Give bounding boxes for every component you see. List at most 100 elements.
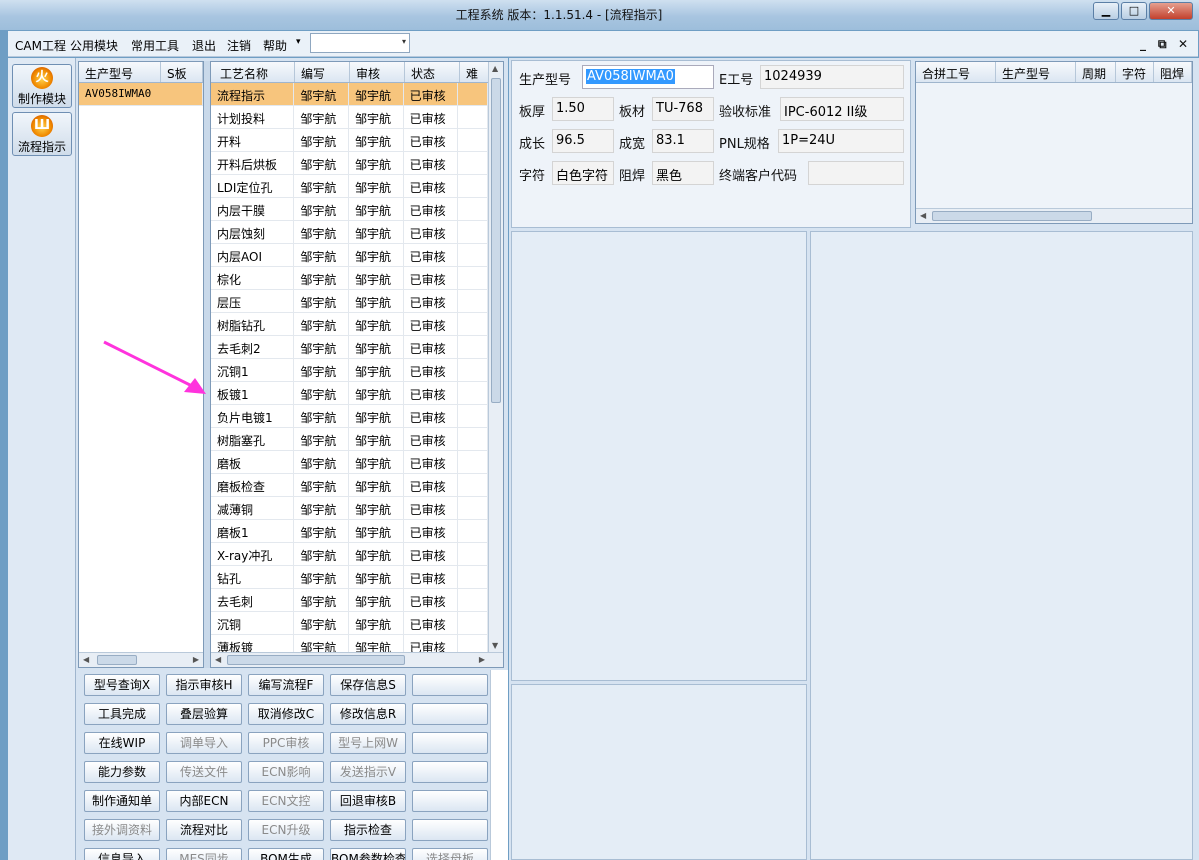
function-button[interactable]: 内部ECN <box>166 790 242 812</box>
mdi-restore-button[interactable]: ⧉ <box>1158 37 1167 52</box>
function-button[interactable]: 选择母板 <box>412 848 488 860</box>
function-button[interactable]: PPC审核 <box>248 732 324 754</box>
scroll-thumb[interactable] <box>97 655 137 665</box>
horizontal-scrollbar[interactable]: ◀ <box>916 208 1192 223</box>
col-header[interactable]: S板 <box>161 62 203 82</box>
function-button[interactable]: 在线WIP <box>84 732 160 754</box>
function-button[interactable]: MES同步 <box>166 848 242 860</box>
blank-button[interactable] <box>412 703 488 725</box>
nav-flow-instruction[interactable]: Ш 流程指示 <box>12 112 72 156</box>
table-row[interactable]: 树脂钻孔 邹宇航 邹宇航 已审核 <box>211 313 488 336</box>
maximize-button[interactable]: □ <box>1121 2 1147 20</box>
table-row[interactable]: 棕化 邹宇航 邹宇航 已审核 <box>211 267 488 290</box>
function-button[interactable]: 回退审核B <box>330 790 406 812</box>
function-button[interactable]: 发送指示V <box>330 761 406 783</box>
col-header[interactable]: 审核 <box>350 62 405 82</box>
width-field[interactable]: 83.1 <box>652 129 714 153</box>
table-row[interactable]: 磨板检查 邹宇航 邹宇航 已审核 <box>211 474 488 497</box>
function-button[interactable]: 传送文件 <box>166 761 242 783</box>
menu-common-module[interactable]: 公用模块 <box>70 37 118 54</box>
mdi-close-button[interactable]: ✕ <box>1178 37 1188 51</box>
function-button[interactable]: BOM生成 <box>248 848 324 860</box>
menu-help[interactable]: 帮助 <box>263 37 287 54</box>
material-field[interactable]: TU-768 <box>652 97 714 121</box>
scroll-left-icon[interactable]: ◀ <box>215 655 221 664</box>
horizontal-scrollbar[interactable]: ◀ ▶ <box>211 652 503 667</box>
col-header[interactable]: 状态 <box>405 62 460 82</box>
minimize-button[interactable]: ▁ <box>1093 2 1119 20</box>
length-field[interactable]: 96.5 <box>552 129 614 153</box>
function-button[interactable]: ECN升级 <box>248 819 324 841</box>
function-button[interactable]: 保存信息S <box>330 674 406 696</box>
mdi-minimize-button[interactable]: _ <box>1140 37 1146 51</box>
col-header[interactable]: 生产型号 <box>996 62 1076 82</box>
blank-button[interactable] <box>412 674 488 696</box>
scroll-left-icon[interactable]: ◀ <box>83 655 89 664</box>
table-row[interactable]: 开料后烘板 邹宇航 邹宇航 已审核 <box>211 152 488 175</box>
vertical-scrollbar[interactable]: ▲ ▼ <box>488 62 503 652</box>
table-row[interactable]: 流程指示 邹宇航 邹宇航 已审核 <box>211 83 488 106</box>
menu-exit[interactable]: 退出 <box>192 37 216 54</box>
col-header[interactable]: 字符 <box>1116 62 1154 82</box>
function-button[interactable]: 编写流程F <box>248 674 324 696</box>
model-field[interactable]: AV058IWMA0 <box>582 65 714 89</box>
scroll-thumb[interactable] <box>227 655 405 665</box>
blank-button[interactable] <box>412 761 488 783</box>
col-header[interactable]: 阻焊 <box>1154 62 1192 82</box>
table-row[interactable]: 内层AOI 邹宇航 邹宇航 已审核 <box>211 244 488 267</box>
table-row[interactable]: 钻孔 邹宇航 邹宇航 已审核 <box>211 566 488 589</box>
function-button[interactable]: 型号查询X <box>84 674 160 696</box>
thickness-field[interactable]: 1.50 <box>552 97 614 121</box>
blank-button[interactable] <box>412 732 488 754</box>
blank-button[interactable] <box>412 790 488 812</box>
table-row[interactable]: 去毛刺 邹宇航 邹宇航 已审核 <box>211 589 488 612</box>
menu-tools[interactable]: 常用工具 <box>131 37 179 54</box>
table-row[interactable]: 开料 邹宇航 邹宇航 已审核 <box>211 129 488 152</box>
character-field[interactable]: 白色字符 <box>552 161 614 185</box>
menu-cam[interactable]: CAM工程 <box>15 37 66 54</box>
scroll-up-icon[interactable]: ▲ <box>492 64 498 73</box>
close-button[interactable]: ✕ <box>1149 2 1193 20</box>
function-button[interactable]: 指示检查 <box>330 819 406 841</box>
scroll-thumb[interactable] <box>491 78 501 403</box>
table-row[interactable]: 沉铜 邹宇航 邹宇航 已审核 <box>211 612 488 635</box>
function-button[interactable]: 叠层验算 <box>166 703 242 725</box>
scroll-thumb[interactable] <box>932 211 1092 221</box>
solder-mask-field[interactable]: 黑色 <box>652 161 714 185</box>
function-button[interactable]: 流程对比 <box>166 819 242 841</box>
e-number-field[interactable]: 1024939 <box>760 65 904 89</box>
blank-button[interactable] <box>412 819 488 841</box>
table-row[interactable]: 内层干膜 邹宇航 邹宇航 已审核 <box>211 198 488 221</box>
table-row[interactable]: 板镀1 邹宇航 邹宇航 已审核 <box>211 382 488 405</box>
menu-overflow-icon[interactable]: ▾ <box>296 37 301 47</box>
function-button[interactable]: 修改信息R <box>330 703 406 725</box>
col-header[interactable]: 难 <box>460 62 490 82</box>
table-row[interactable]: 计划投料 邹宇航 邹宇航 已审核 <box>211 106 488 129</box>
table-row[interactable]: 内层蚀刻 邹宇航 邹宇航 已审核 <box>211 221 488 244</box>
function-button[interactable]: ECN文控 <box>248 790 324 812</box>
nav-make-module[interactable]: 火 制作模块 <box>12 64 72 108</box>
function-button[interactable]: 型号上网W <box>330 732 406 754</box>
col-header[interactable]: 工艺名称 <box>211 62 295 82</box>
pnl-field[interactable]: 1P=24U <box>778 129 904 153</box>
table-row[interactable]: 磨板1 邹宇航 邹宇航 已审核 <box>211 520 488 543</box>
table-row[interactable]: 薄板镀 邹宇航 邹宇航 已审核 <box>211 635 488 652</box>
customer-code-field[interactable] <box>808 161 904 185</box>
function-button[interactable]: 信息导入 <box>84 848 160 860</box>
toolbar-combo[interactable]: ▾ <box>310 33 410 53</box>
menu-logout[interactable]: 注销 <box>227 37 251 54</box>
function-button[interactable]: ECN影响 <box>248 761 324 783</box>
table-row[interactable]: AV058IWMA0 <box>79 83 203 106</box>
scroll-down-icon[interactable]: ▼ <box>492 641 498 650</box>
col-header[interactable]: 生产型号 <box>79 62 161 82</box>
table-row[interactable]: 磨板 邹宇航 邹宇航 已审核 <box>211 451 488 474</box>
table-row[interactable]: 沉铜1 邹宇航 邹宇航 已审核 <box>211 359 488 382</box>
table-row[interactable]: X-ray冲孔 邹宇航 邹宇航 已审核 <box>211 543 488 566</box>
function-button[interactable]: 取消修改C <box>248 703 324 725</box>
table-row[interactable]: 层压 邹宇航 邹宇航 已审核 <box>211 290 488 313</box>
table-row[interactable]: 负片电镀1 邹宇航 邹宇航 已审核 <box>211 405 488 428</box>
col-header[interactable]: 周期 <box>1076 62 1116 82</box>
table-row[interactable]: LDI定位孔 邹宇航 邹宇航 已审核 <box>211 175 488 198</box>
table-row[interactable]: 减薄铜 邹宇航 邹宇航 已审核 <box>211 497 488 520</box>
function-button[interactable]: 工具完成 <box>84 703 160 725</box>
